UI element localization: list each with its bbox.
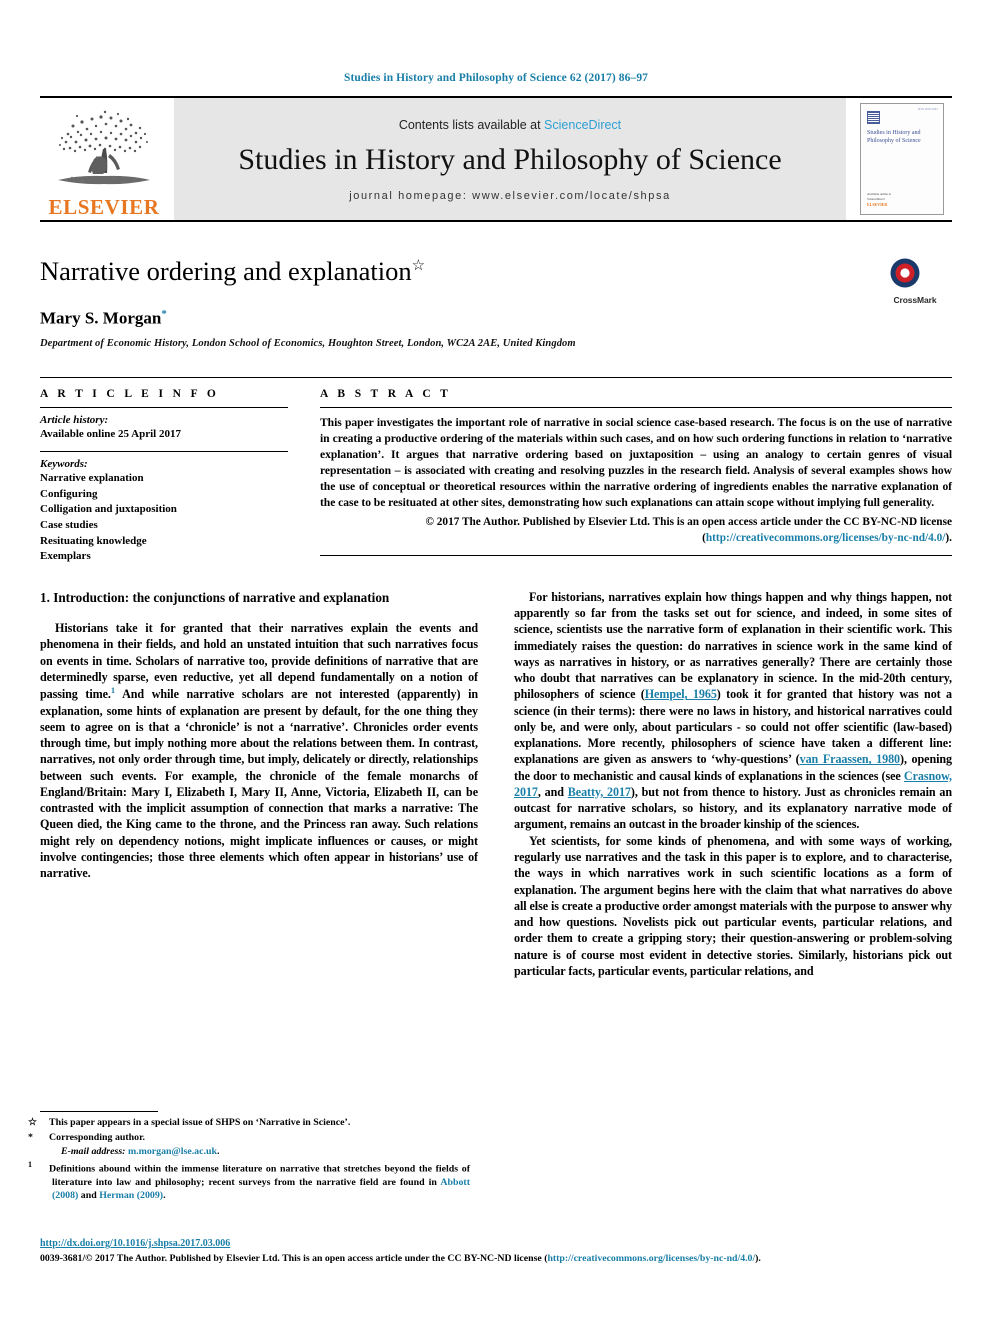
citation-van-fraassen-1980[interactable]: van Fraassen, 1980	[800, 752, 900, 766]
footnote-asterisk-marker: *	[28, 1131, 33, 1143]
list-item: Narrative explanation	[40, 472, 144, 485]
author-line: Mary S. Morgan*	[40, 308, 952, 329]
paragraph-2-part-d: , and	[537, 784, 568, 799]
paragraph-3: Yet scientists, for some kinds of phenom…	[514, 833, 952, 978]
issn-text-a: 0039-3681/© 2017 The Author. Published b…	[40, 1252, 548, 1264]
footnotes-region: ☆ This paper appears in a special issue o…	[28, 1111, 470, 1204]
footnote-1: 1 Definitions abound within the immense l…	[28, 1160, 470, 1203]
keywords-list: Narrative explanation Configuring Collig…	[40, 471, 288, 565]
journal-title: Studies in History and Philosophy of Sci…	[238, 143, 782, 177]
cover-footer: Available online at ScienceDirect ELSEVI…	[867, 192, 891, 208]
author-name: Mary S. Morgan	[40, 308, 162, 328]
article-history-group: Article history: Available online 25 Apr…	[40, 408, 288, 451]
running-head: Studies in History and Philosophy of Sci…	[343, 72, 649, 84]
footnote-star-marker: ☆	[28, 1117, 37, 1129]
body-column-left: 1. Introduction: the conjunctions of nar…	[40, 589, 478, 979]
article-info-heading: A R T I C L E I N F O	[40, 388, 220, 401]
email-address-label: E-mail address:	[61, 1146, 126, 1158]
page-footer: http://dx.doi.org/10.1016/j.shpsa.2017.0…	[40, 1238, 952, 1265]
banner-center: Contents lists available at ScienceDirec…	[174, 98, 846, 220]
body-columns: 1. Introduction: the conjunctions of nar…	[40, 589, 952, 979]
journal-cover-thumbnail[interactable]: ISSN 0039-3681 Studies in History and Ph…	[852, 98, 952, 220]
body-column-right: For historians, narratives explain how t…	[514, 589, 952, 979]
abstract-text: This paper investigates the important ro…	[320, 416, 952, 510]
page-title: Narrative ordering and explanation☆	[40, 256, 952, 288]
citation-beatty-2017[interactable]: Beatty, 2017	[568, 785, 631, 799]
list-item: Configuring	[40, 487, 98, 500]
article-info-column: A R T I C L E I N F O Article history: A…	[40, 388, 288, 572]
paragraph-2: For historians, narratives explain how t…	[514, 589, 952, 833]
citation-hempel-1965[interactable]: Hempel, 1965	[645, 687, 717, 701]
list-item: Exemplars	[40, 550, 91, 563]
doi-link[interactable]: http://dx.doi.org/10.1016/j.shpsa.2017.0…	[40, 1238, 952, 1249]
keywords-label: Keywords:	[40, 458, 88, 471]
list-item: Case studies	[40, 518, 98, 531]
crossmark-icon	[890, 258, 920, 288]
journal-homepage[interactable]: journal homepage: www.elsevier.com/locat…	[349, 190, 671, 202]
list-item: Resituating knowledge	[40, 534, 147, 547]
author-footnote-marker[interactable]: *	[161, 308, 167, 320]
footer-cc-license-link[interactable]: http://creativecommons.org/licenses/by-n…	[547, 1253, 755, 1264]
footnote-1-text-c: .	[163, 1190, 166, 1202]
paragraph-1-part-b: And while narrative scholars are not int…	[40, 687, 479, 881]
abstract-rule-bottom	[320, 554, 952, 556]
crossmark-logo	[888, 254, 942, 294]
citation-herman-2009[interactable]: Herman (2009)	[99, 1190, 163, 1201]
cover-issn: ISSN 0039-3681	[917, 108, 938, 111]
contents-available-line: Contents lists available at ScienceDirec…	[399, 118, 621, 132]
footnote-star: ☆ This paper appears in a special issue o…	[28, 1116, 470, 1130]
issn-copyright-line: 0039-3681/© 2017 The Author. Published b…	[40, 1252, 952, 1265]
cc-license-link[interactable]: http://creativecommons.org/licenses/by-n…	[706, 532, 946, 544]
affiliation: Department of Economic History, London S…	[40, 338, 576, 350]
footnote-star-text: This paper appears in a special issue of…	[49, 1117, 351, 1129]
contents-prefix: Contents lists available at	[398, 118, 545, 133]
footnote-separator-rule	[40, 1111, 158, 1113]
paragraph-2-part-a: For historians, narratives explain how t…	[514, 589, 952, 702]
footnote-1-marker: 1	[28, 1160, 32, 1170]
cover-barcode-mark	[867, 111, 880, 124]
paper-title-text: Narrative ordering and explanation	[40, 256, 412, 286]
article-history-value: Available online 25 April 2017	[40, 428, 181, 441]
abstract-heading: A B S T R A C T	[320, 388, 452, 401]
title-block: Narrative ordering and explanation☆ Mary…	[40, 222, 952, 349]
elsevier-tree-icon	[58, 110, 150, 185]
abstract-copyright: © 2017 The Author. Published by Elsevier…	[320, 515, 952, 546]
footnote-email-line: E-mail address: m.morgan@lse.ac.uk.	[61, 1146, 220, 1158]
email-link[interactable]: m.morgan@lse.ac.uk	[128, 1146, 217, 1157]
paper-page: Studies in History and Philosophy of Sci…	[0, 0, 992, 1323]
footnote-1-text-b: and	[78, 1190, 100, 1202]
issn-text-b: ).	[755, 1252, 761, 1264]
copyright-tail: ).	[945, 531, 952, 544]
elsevier-logo: ELSEVIER	[40, 98, 168, 220]
list-item: Colligation and juxtaposition	[40, 503, 177, 516]
footnote-corresponding-text: Corresponding author.	[49, 1131, 146, 1143]
section-heading-1: 1. Introduction: the conjunctions of nar…	[40, 589, 390, 605]
cover-image: ISSN 0039-3681 Studies in History and Ph…	[860, 103, 944, 215]
title-footnote-marker[interactable]: ☆	[412, 258, 425, 274]
crossmark-label: CrossMark	[893, 295, 937, 305]
info-abstract-region: A R T I C L E I N F O Article history: A…	[40, 377, 952, 572]
abstract-column: A B S T R A C T This paper investigates …	[320, 388, 952, 572]
elsevier-wordmark: ELSEVIER	[48, 195, 160, 219]
article-history-label: Article history:	[40, 414, 109, 427]
crossmark-badge[interactable]: CrossMark	[878, 254, 952, 305]
cover-title: Studies in History and Philosophy of Sci…	[867, 130, 921, 145]
sciencedirect-link[interactable]: ScienceDirect	[544, 118, 621, 132]
keywords-group: Keywords: Narrative explanation Configur…	[40, 452, 288, 573]
journal-banner: ELSEVIER Contents lists available at Sci…	[40, 96, 952, 220]
paragraph-1: Historians take it for granted that thei…	[40, 620, 478, 881]
footnote-1-text-a: Definitions abound within the immense li…	[49, 1163, 470, 1188]
cover-footer-brand: ELSEVIER	[867, 202, 888, 207]
footnote-corresponding-author: * Corresponding author.	[28, 1131, 470, 1145]
